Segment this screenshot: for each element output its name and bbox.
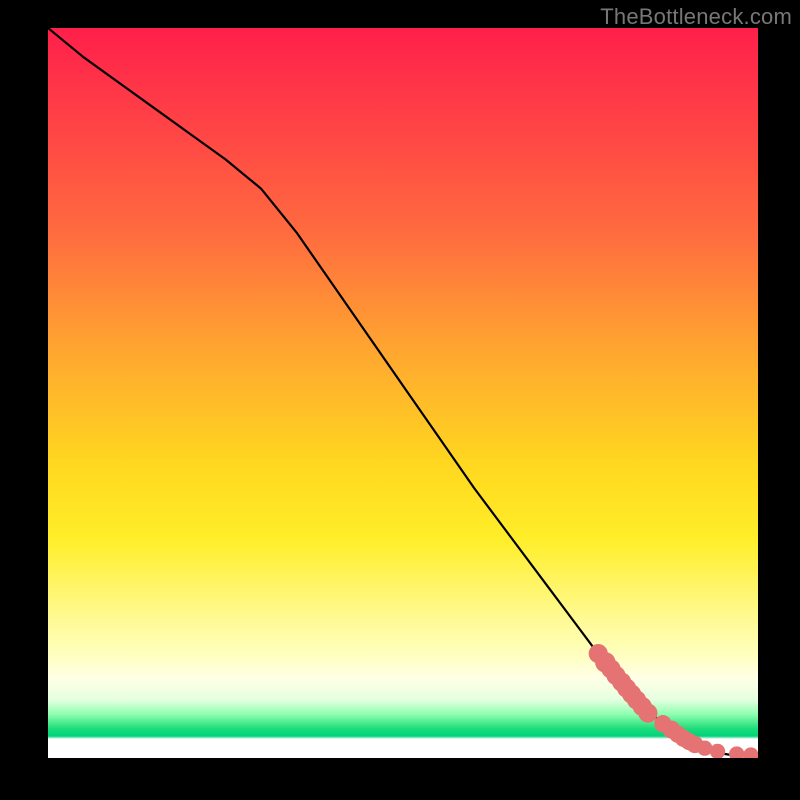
data-marker: [697, 740, 712, 755]
watermark-text: TheBottleneck.com: [600, 4, 792, 30]
plot-area: [48, 28, 758, 758]
data-marker: [743, 747, 758, 758]
data-marker: [729, 746, 744, 758]
chart-frame: TheBottleneck.com: [0, 0, 800, 800]
bottleneck-curve: [48, 28, 758, 756]
marker-group: [589, 644, 758, 758]
chart-overlay: [48, 28, 758, 758]
data-marker: [710, 744, 725, 758]
data-marker: [638, 704, 657, 723]
